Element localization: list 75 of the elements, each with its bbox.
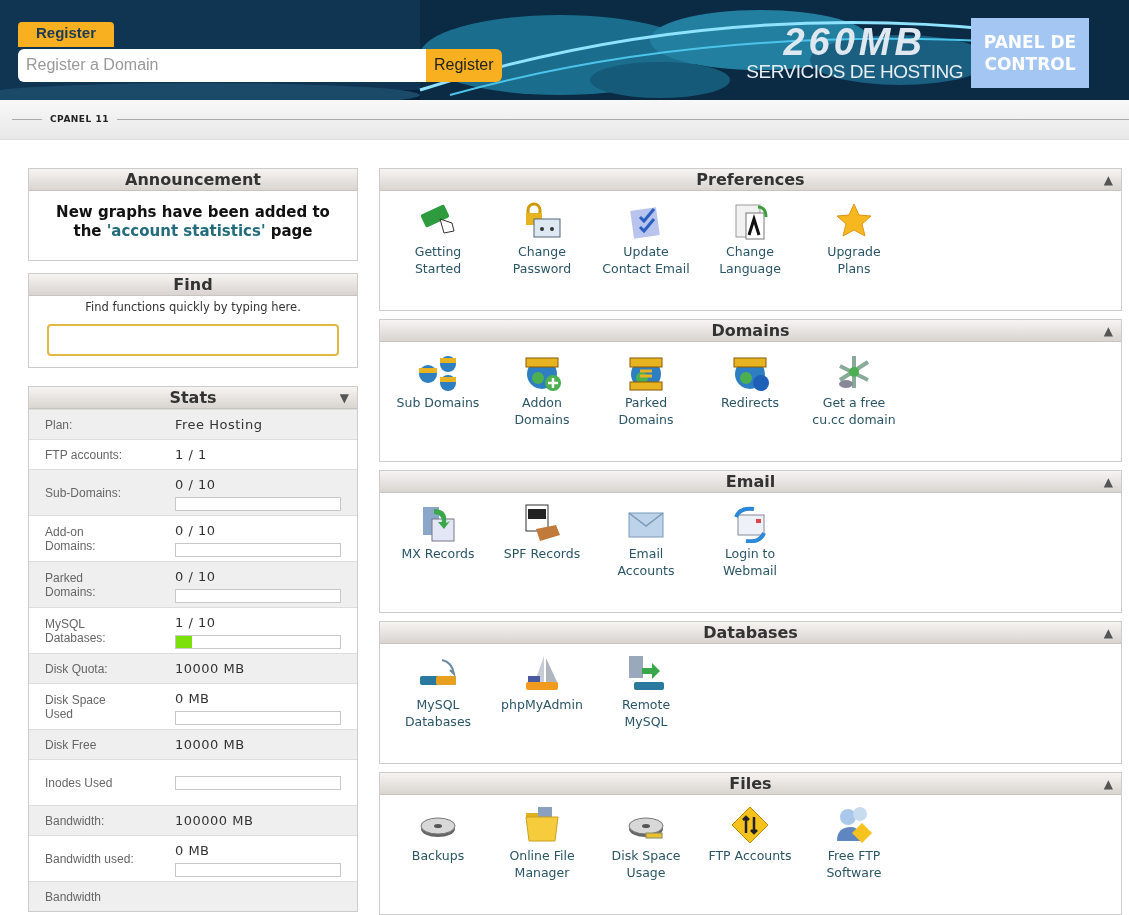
feature-link[interactable]: Backups	[411, 847, 465, 864]
panel-title: Databases	[703, 621, 798, 644]
feature-link[interactable]: FTP Accounts	[708, 847, 792, 864]
panel-title: Files	[729, 772, 772, 795]
collapse-toggle[interactable]: ▼	[339, 388, 349, 407]
stat-label: Bandwidth used:	[44, 851, 135, 866]
statistics-link[interactable]: 'account statistics'	[106, 222, 266, 240]
stat-value: 0 MB	[175, 842, 211, 860]
spf-icon	[522, 503, 562, 543]
sign-icon	[730, 805, 770, 845]
stat-label: Disk Quota:	[44, 661, 109, 676]
collapse-toggle[interactable]: ▲	[1103, 472, 1113, 491]
feature-link[interactable]: Getting Started	[394, 243, 482, 277]
stat-value: 10000 MB	[175, 736, 245, 754]
feature-link[interactable]: Redirects	[720, 394, 780, 411]
feature-link[interactable]: Addon Domains	[498, 394, 586, 428]
feature-link[interactable]: MySQL Databases	[394, 696, 482, 730]
stat-value: 0 / 10	[175, 522, 217, 540]
collapse-toggle[interactable]: ▲	[1103, 623, 1113, 642]
find-field[interactable]	[47, 324, 339, 357]
feature-link[interactable]: phpMyAdmin	[501, 696, 583, 713]
feature-link[interactable]: Email Accounts	[602, 545, 690, 579]
feature-link[interactable]: Free FTP Software	[810, 847, 898, 881]
stat-label: Sub-Domains:	[44, 485, 123, 500]
stat-value: 0 / 10	[175, 568, 217, 586]
stat-value: 1 / 10	[175, 614, 217, 632]
announcement-text: New graphs have been added to the 'account statistics' page	[55, 202, 331, 242]
stat-label: MySQL Databases:	[44, 616, 107, 645]
panel-title: Find	[173, 273, 213, 296]
panel-title: Preferences	[696, 168, 805, 191]
panel-title: Email	[725, 470, 776, 493]
collapse-toggle[interactable]: ▲	[1103, 774, 1113, 793]
stat-label: Disk Space Used	[44, 692, 107, 721]
feature-link[interactable]: Upgrade Plans	[810, 243, 898, 277]
logo-tagline: SERVICIOS DE HOSTING	[746, 61, 963, 83]
stat-label: Bandwidth:	[44, 813, 106, 828]
stat-value: 0 MB	[175, 690, 211, 708]
feature-link[interactable]: Remote MySQL	[602, 696, 690, 730]
people-icon	[834, 805, 874, 845]
feature-link[interactable]: Change Language	[706, 243, 794, 277]
logo-brand: 260MB	[783, 23, 926, 61]
feature-link[interactable]: Login to Webmail	[706, 545, 794, 579]
collapse-toggle[interactable]: ▲	[1103, 321, 1113, 340]
stat-label: Add-on Domains:	[44, 524, 97, 553]
panel-title: Announcement	[125, 168, 261, 191]
stat-label: Parked Domains:	[44, 570, 97, 599]
stat-label: Bandwidth	[44, 889, 103, 904]
find-hint: Find functions quickly by typing here.	[84, 299, 302, 316]
domain-field[interactable]: Register a Domain	[18, 48, 426, 82]
stat-value: 100000 MB	[175, 812, 254, 830]
stat-value: Free Hosting	[175, 416, 263, 434]
register-button[interactable]: Register	[426, 48, 502, 82]
stat-label: Plan:	[44, 417, 74, 432]
badge-text: CONTROL	[984, 53, 1076, 75]
feature-link[interactable]: Update Contact Email	[602, 243, 690, 277]
feature-link[interactable]: Online File Manager	[498, 847, 586, 881]
folder-icon	[522, 805, 562, 845]
stat-label: Inodes Used	[44, 775, 114, 790]
collapse-toggle[interactable]: ▲	[1103, 170, 1113, 189]
stat-value: 0 / 10	[175, 476, 217, 494]
feature-link[interactable]: MX Records	[401, 545, 475, 562]
feature-link[interactable]: Disk Space Usage	[602, 847, 690, 881]
feature-link[interactable]: Get a free cu.cc domain	[810, 394, 898, 428]
feature-link[interactable]: Parked Domains	[602, 394, 690, 428]
stat-value: 10000 MB	[175, 660, 245, 678]
feature-link[interactable]: SPF Records	[503, 545, 581, 562]
badge-text: PANEL DE	[983, 31, 1077, 53]
panel-title: Stats	[169, 386, 217, 409]
stat-value: 1 / 1	[175, 446, 207, 464]
panel-title: Domains	[711, 319, 790, 342]
stat-label: FTP accounts:	[44, 447, 124, 462]
version-label: CPANEL 11	[49, 112, 110, 126]
feature-link[interactable]: Sub Domains	[396, 394, 480, 411]
feature-link[interactable]: Change Password	[498, 243, 586, 277]
stat-label: Disk Free	[44, 737, 98, 752]
